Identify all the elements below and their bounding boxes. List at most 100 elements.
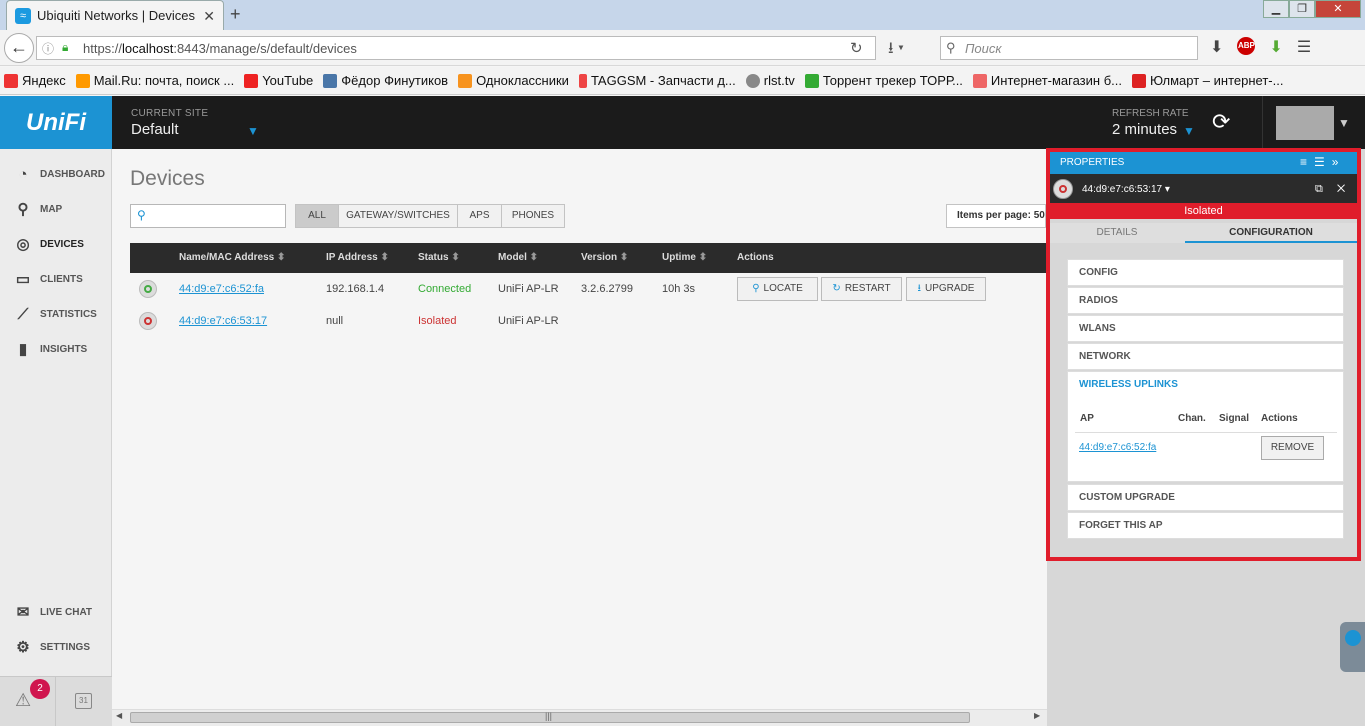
column-header-model[interactable]: Model ⬍ [498, 252, 538, 263]
browser-search-input[interactable]: Поиск [940, 36, 1198, 60]
device-name-link[interactable]: 44:d9:e7:c6:53:17 [179, 315, 267, 327]
scroll-left-icon[interactable]: ◀ [116, 711, 122, 720]
scroll-right-icon[interactable]: ▶ [1034, 711, 1040, 720]
green-download-icon[interactable]: ⬇ [1269, 37, 1282, 57]
refresh-icon[interactable]: ⟳ [1212, 109, 1230, 135]
menu-icon[interactable]: ☰ [1297, 37, 1311, 57]
bookmark-taggsm[interactable]: TAGGSM - Запчасти д... [578, 73, 736, 88]
search-icon: ⚲ [946, 40, 956, 55]
device-name-link[interactable]: 44:d9:e7:c6:52:fa [179, 283, 264, 295]
bookmark-shop[interactable]: Интернет-магазин б... [972, 73, 1122, 88]
bookmark-youtube[interactable]: YouTube [244, 73, 313, 88]
device-uptime: 10h 3s [662, 283, 696, 295]
column-header-status[interactable]: Status ⬍ [418, 252, 460, 263]
close-window-button[interactable]: ✕ [1315, 0, 1361, 18]
chevron-down-icon[interactable]: ▼ [247, 124, 259, 138]
items-per-page-select[interactable]: Items per page: 50 [946, 204, 1046, 228]
dashboard-icon: ◔ [18, 165, 28, 183]
unifi-logo[interactable]: UniFi [0, 96, 112, 149]
sidebar-item-dashboard[interactable]: ◔ DASHBOARD [0, 159, 112, 189]
filter-all-button[interactable]: ALL [295, 204, 339, 228]
sidebar-item-devices[interactable]: ◎ DEVICES [0, 229, 112, 259]
back-button[interactable]: ← [4, 33, 34, 63]
bookmark-label: Фёдор Финутиков [341, 73, 449, 88]
alert-icon[interactable]: ⚠ [15, 690, 31, 711]
laptop-icon: ▭ [15, 271, 31, 288]
close-tab-icon[interactable]: ✕ [203, 8, 215, 25]
column-header-uptime[interactable]: Uptime ⬍ [662, 252, 707, 263]
footer-divider [55, 676, 56, 726]
bookmark-label: TAGGSM - Запчасти д... [590, 73, 736, 88]
new-tab-button[interactable]: + [230, 4, 241, 25]
browser-toolbar-icons: ⬇ ABP ⬇ ☰ [1210, 37, 1311, 57]
device-model: UniFi AP-LR [498, 283, 559, 295]
chevron-down-icon[interactable]: ▼ [1338, 116, 1350, 130]
bookmark-ok[interactable]: Одноклассники [458, 73, 569, 88]
filter-gateway-switches-button[interactable]: GATEWAY/SWITCHES [338, 204, 458, 228]
filter-phones-button[interactable]: PHONES [501, 204, 565, 228]
column-header-ip[interactable]: IP Address ⬍ [326, 252, 389, 263]
window-controls: ▁ ❐ ✕ [1263, 0, 1361, 20]
url-path: :8443/manage/s/default/devices [173, 40, 357, 56]
odnoklassniki-icon [458, 73, 473, 88]
sort-icon: ⬍ [277, 252, 286, 263]
page-title: Devices [130, 167, 205, 190]
maximize-button[interactable]: ❐ [1289, 0, 1315, 18]
current-site-label: CURRENT SITE [131, 108, 209, 119]
refresh-rate-label: REFRESH RATE [1112, 108, 1189, 119]
devices-icon: ◎ [16, 236, 30, 253]
current-site-select[interactable]: Default [131, 121, 179, 138]
locate-button[interactable]: ⚲ LOCATE [737, 277, 818, 301]
device-status: Isolated [418, 315, 457, 327]
downloads-icon[interactable]: ⭳ ▾ [888, 37, 904, 64]
adblock-icon[interactable]: ABP [1237, 37, 1256, 55]
sidebar-item-map[interactable]: ⚲ MAP [0, 194, 112, 224]
calendar-icon[interactable]: 31 [75, 693, 92, 709]
bookmarks-bar: Яндекс Mail.Ru: почта, поиск ... YouTube… [0, 67, 1365, 95]
minimize-button[interactable]: ▁ [1263, 0, 1289, 18]
refresh-rate-select[interactable]: 2 minutes [1112, 121, 1177, 138]
bookmark-yandex[interactable]: Яндекс [4, 73, 66, 88]
restart-icon: ↻ [832, 283, 841, 294]
header-divider [1262, 96, 1263, 149]
sidebar-item-settings[interactable]: ⚙ SETTINGS [0, 632, 112, 662]
chevron-down-icon[interactable]: ▼ [1183, 124, 1195, 138]
vk-icon [323, 73, 338, 88]
restart-button[interactable]: ↻ RESTART [821, 277, 902, 301]
bookmark-torrent[interactable]: Торрент трекер ТОРР... [804, 73, 963, 88]
scrollbar-grip-icon: ||| [545, 711, 553, 721]
download-arrow-icon[interactable]: ⬇ [1210, 37, 1223, 57]
bookmark-label: Одноклассники [476, 73, 569, 88]
filter-aps-button[interactable]: APS [457, 204, 502, 228]
sidebar-item-label: CLIENTS [40, 273, 83, 285]
sidebar-item-clients[interactable]: ▭ CLIENTS [0, 264, 112, 294]
highlight-outline [1046, 148, 1361, 561]
lock-icon[interactable]: 🔒︎ [62, 40, 68, 55]
browser-tab[interactable]: ≈ Ubiquiti Networks | Devices ✕ [6, 0, 224, 30]
column-header-actions: Actions [737, 252, 774, 263]
column-header-label: IP Address [326, 252, 378, 263]
search-icon: ⚲ [137, 208, 146, 222]
sidebar-item-statistics[interactable]: ⟋ STATISTICS [0, 299, 112, 329]
teamviewer-icon[interactable] [1340, 622, 1365, 672]
bookmark-mailru[interactable]: Mail.Ru: почта, поиск ... [75, 73, 234, 88]
column-header-name[interactable]: Name/MAC Address ⬍ [179, 252, 285, 263]
bookmark-vk[interactable]: Фёдор Финутиков [323, 73, 448, 88]
bar-chart-icon: ▮ [18, 341, 28, 358]
address-bar[interactable]: https://localhost:8443/manage/s/default/… [36, 36, 876, 60]
sidebar-item-live-chat[interactable]: ✉ LIVE CHAT [0, 597, 112, 627]
bookmark-label: Юлмарт – интернет-... [1149, 73, 1284, 88]
sidebar-item-insights[interactable]: ▮ INSIGHTS [0, 334, 112, 364]
taggsm-icon [578, 73, 587, 88]
device-status-icon [139, 312, 157, 330]
avatar[interactable] [1276, 106, 1334, 140]
bookmark-rlst[interactable]: rlst.tv [745, 73, 795, 88]
reload-icon[interactable]: ↻ [850, 39, 863, 57]
alert-count-badge[interactable]: 2 [30, 679, 50, 699]
column-header-version[interactable]: Version ⬍ [581, 252, 628, 263]
device-search-input[interactable] [130, 204, 286, 228]
bookmark-label: Интернет-магазин б... [990, 73, 1122, 88]
info-icon[interactable]: ⓘ [42, 40, 54, 57]
bookmark-ulmart[interactable]: Юлмарт – интернет-... [1131, 73, 1284, 88]
upgrade-button[interactable]: ⭳ UPGRADE [906, 277, 986, 301]
